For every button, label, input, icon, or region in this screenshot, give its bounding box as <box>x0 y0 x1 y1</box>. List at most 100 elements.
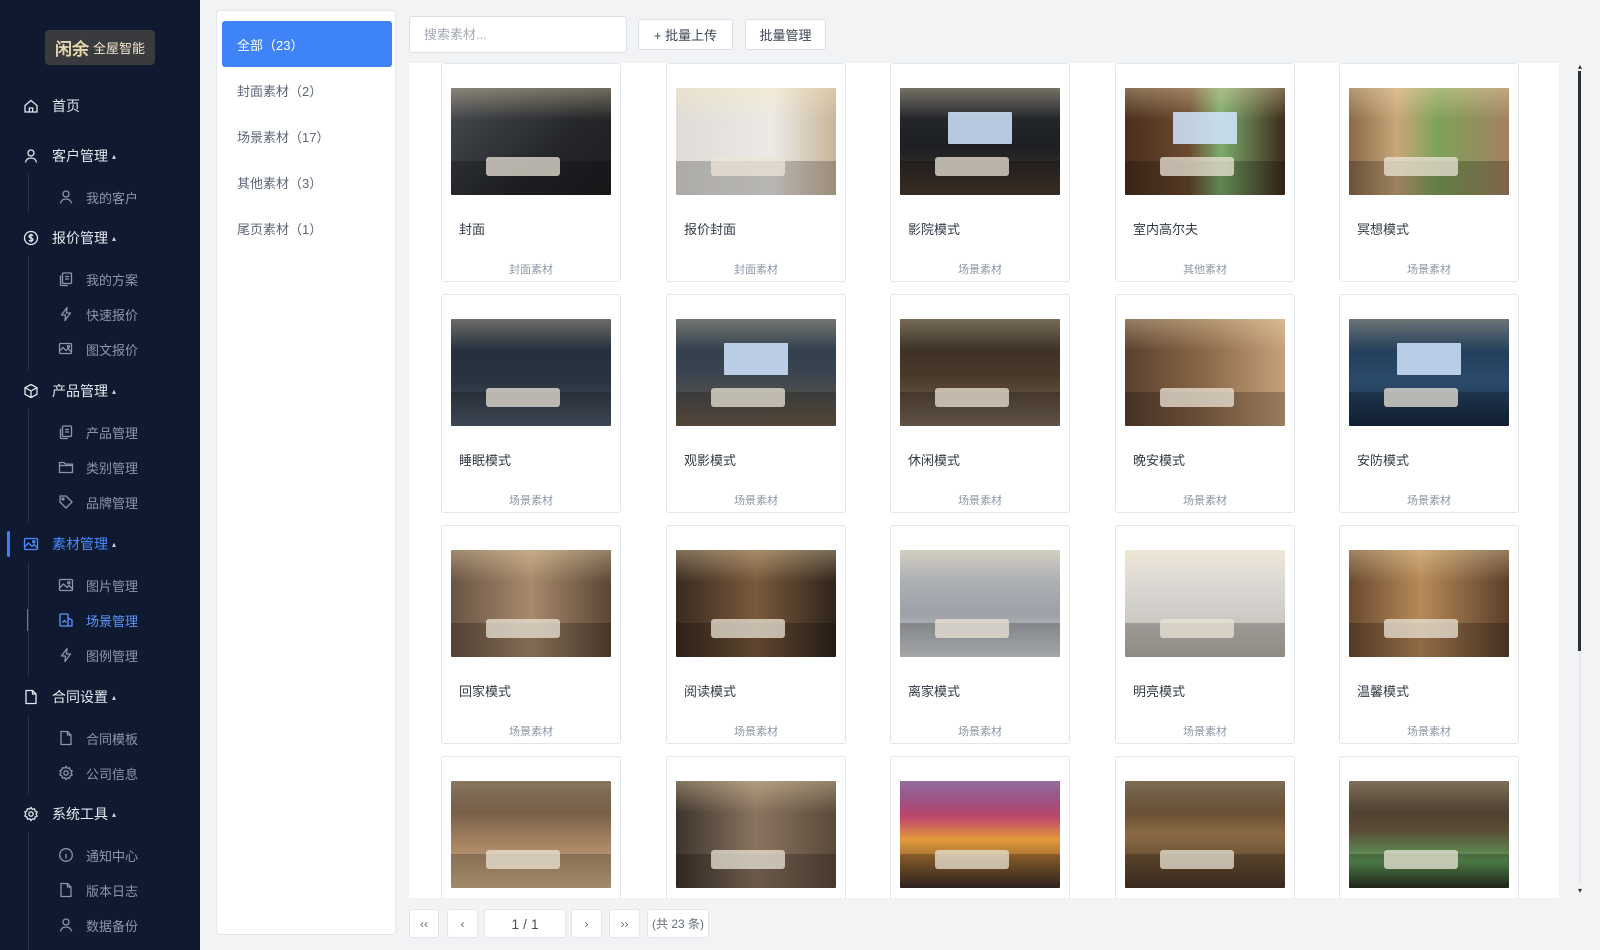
sidebar-item-notifications[interactable]: 通知中心 <box>0 838 200 872</box>
nav-group-line <box>28 256 29 370</box>
material-card[interactable]: 阅读模式 场景素材 <box>666 525 846 744</box>
sidebar-item-my-plans[interactable]: 我的方案 <box>0 262 200 296</box>
page-indicator[interactable]: 1 / 1 <box>484 909 566 938</box>
category-item[interactable]: 场景素材（17） <box>222 113 392 159</box>
chevron-up-icon: ▴ <box>112 233 117 243</box>
material-thumbnail[interactable] <box>676 550 836 657</box>
material-card[interactable]: 观影模式 场景素材 <box>666 294 846 513</box>
material-card[interactable] <box>666 756 846 898</box>
scroll-up-icon[interactable]: ▴ <box>1574 63 1586 71</box>
chevron-up-icon: ▴ <box>112 692 117 702</box>
material-thumbnail[interactable] <box>1125 781 1285 888</box>
material-card[interactable]: 温馨模式 场景素材 <box>1339 525 1519 744</box>
sidebar-item-product-list[interactable]: 产品管理 <box>0 415 200 449</box>
material-thumbnail[interactable] <box>451 319 611 426</box>
category-item[interactable]: 全部（23） <box>222 21 392 67</box>
folder-icon <box>58 459 74 475</box>
material-card[interactable]: 报价封面 封面素材 <box>666 63 846 282</box>
category-item[interactable]: 其他素材（3） <box>222 159 392 205</box>
sidebar-item-my-customers[interactable]: 我的客户 <box>0 180 200 214</box>
sidebar-item-image-quote[interactable]: 图文报价 <box>0 332 200 366</box>
material-card[interactable]: 影院模式 场景素材 <box>890 63 1070 282</box>
sidebar-item-system-tools[interactable]: 系统工具 ▴ <box>0 797 200 831</box>
thumbnail-shape <box>1384 156 1458 176</box>
sidebar-item-label: 通知中心 <box>86 848 139 864</box>
material-category-tag: 场景素材 <box>1183 726 1227 738</box>
sidebar-item-contracts[interactable]: 合同设置 ▴ <box>0 680 200 714</box>
material-thumbnail[interactable] <box>900 88 1060 195</box>
scroll-down-icon[interactable]: ▾ <box>1574 887 1586 895</box>
sidebar-item-contract-templates[interactable]: 合同模板 <box>0 721 200 755</box>
sidebar-item-products[interactable]: 产品管理 ▴ <box>0 374 200 408</box>
material-card[interactable]: 回家模式 场景素材 <box>441 525 621 744</box>
sidebar-item-backup[interactable]: 数据备份 <box>0 908 200 942</box>
chevron-up-icon: ▴ <box>112 809 117 819</box>
batch-upload-button[interactable]: + 批量上传 <box>638 19 733 50</box>
material-card[interactable] <box>1115 756 1295 898</box>
material-thumbnail[interactable] <box>1125 319 1285 426</box>
thumbnail-shape <box>711 618 785 638</box>
sidebar-item-label: 报价管理 <box>52 230 108 246</box>
sidebar-item-legends[interactable]: 图例管理 <box>0 638 200 672</box>
material-title: 报价封面 <box>684 222 737 237</box>
material-thumbnail[interactable] <box>451 88 611 195</box>
category-item[interactable]: 尾页素材（1） <box>222 205 392 251</box>
sidebar-item-images[interactable]: 图片管理 <box>0 568 200 602</box>
sidebar-item-categories[interactable]: 类别管理 <box>0 450 200 484</box>
material-card[interactable]: 明亮模式 场景素材 <box>1115 525 1295 744</box>
material-thumbnail[interactable] <box>1349 550 1509 657</box>
sidebar-item-home[interactable]: 首页 <box>0 89 200 123</box>
sidebar-item-scenes[interactable]: 场景管理 <box>0 603 200 637</box>
material-thumbnail[interactable] <box>1125 88 1285 195</box>
material-card[interactable]: 安防模式 场景素材 <box>1339 294 1519 513</box>
first-page-button[interactable]: ‹‹ <box>409 909 439 938</box>
material-category-tag: 场景素材 <box>734 495 778 507</box>
material-card[interactable]: 休闲模式 场景素材 <box>890 294 1070 513</box>
material-card[interactable] <box>890 756 1070 898</box>
material-thumbnail[interactable] <box>1125 550 1285 657</box>
thumbnail-shape <box>676 550 836 583</box>
sidebar-item-changelog[interactable]: 版本日志 <box>0 873 200 907</box>
sidebar-item-label: 客户管理 <box>52 148 108 164</box>
material-title: 离家模式 <box>908 684 961 699</box>
material-thumbnail[interactable] <box>900 781 1060 888</box>
material-card[interactable]: 睡眠模式 场景素材 <box>441 294 621 513</box>
material-thumbnail[interactable] <box>1349 88 1509 195</box>
box-icon <box>22 382 40 400</box>
prev-page-button[interactable]: ‹ <box>447 909 478 938</box>
sidebar-item-quick-quote[interactable]: 快速报价 <box>0 297 200 331</box>
material-thumbnail[interactable] <box>676 88 836 195</box>
last-page-button[interactable]: ›› <box>609 909 640 938</box>
material-card[interactable]: 室内高尔夫 其他素材 <box>1115 63 1295 282</box>
file-icon <box>22 688 40 706</box>
material-thumbnail[interactable] <box>451 550 611 657</box>
search-input[interactable] <box>409 16 627 53</box>
material-thumbnail[interactable] <box>1349 781 1509 888</box>
material-thumbnail[interactable] <box>900 319 1060 426</box>
material-card[interactable]: 离家模式场景素材 <box>890 525 1070 744</box>
grid-scrollbar[interactable]: ▴ ▾ <box>1573 63 1587 898</box>
material-thumbnail[interactable] <box>1349 319 1509 426</box>
material-thumbnail[interactable] <box>676 319 836 426</box>
sidebar-item-company-info[interactable]: 公司信息 <box>0 756 200 790</box>
scroll-thumb[interactable] <box>1578 71 1581 651</box>
material-card[interactable] <box>1339 756 1519 898</box>
material-card[interactable]: 冥想模式 场景素材 <box>1339 63 1519 282</box>
material-card[interactable] <box>441 756 621 898</box>
sidebar-item-label: 素材管理 <box>52 536 108 552</box>
thumbnail-shape <box>1160 387 1234 407</box>
sidebar-item-brands[interactable]: 品牌管理 <box>0 485 200 519</box>
category-item[interactable]: 封面素材（2） <box>222 67 392 113</box>
material-card[interactable]: 封面 封面素材 <box>441 63 621 282</box>
material-thumbnail[interactable] <box>900 550 1060 657</box>
sidebar-item-quote[interactable]: 报价管理 ▴ <box>0 221 200 255</box>
material-thumbnail[interactable] <box>676 781 836 888</box>
batch-manage-button[interactable]: 批量管理 <box>745 19 826 50</box>
sidebar-item-materials[interactable]: 素材管理 ▴ <box>0 527 200 561</box>
material-category-tag: 场景素材 <box>958 726 1002 738</box>
next-page-button[interactable]: › <box>571 909 602 938</box>
sidebar-item-customer[interactable]: 客户管理 ▴ <box>0 139 200 173</box>
user-icon <box>22 147 40 165</box>
material-thumbnail[interactable] <box>451 781 611 888</box>
material-card[interactable]: 晚安模式 场景素材 <box>1115 294 1295 513</box>
